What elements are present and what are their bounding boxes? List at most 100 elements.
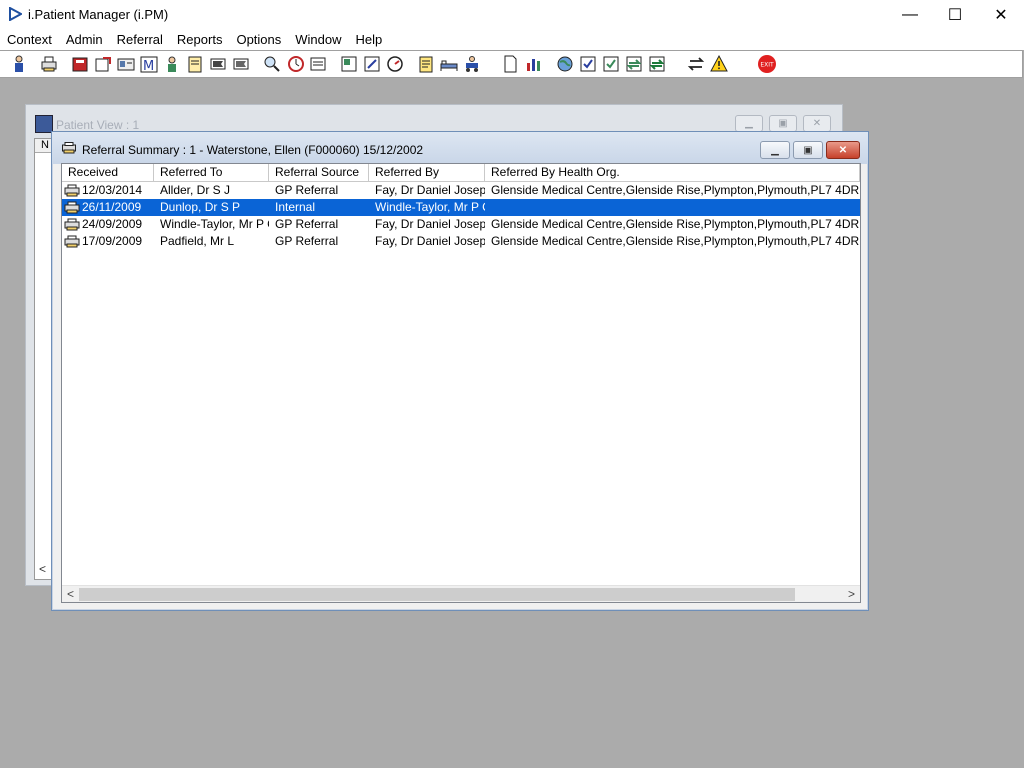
minimize-button[interactable]: — <box>887 0 933 29</box>
swap-icon <box>687 57 705 71</box>
menu-referral[interactable]: Referral <box>110 29 170 50</box>
notepad-button[interactable] <box>416 54 436 74</box>
notes-button[interactable] <box>185 54 205 74</box>
exit-label: EXIT <box>760 62 774 69</box>
restore-icon: ▣ <box>803 144 813 156</box>
menu-bar: Context Admin Referral Reports Options W… <box>0 29 1024 50</box>
column-header-referred-to[interactable]: Referred To <box>154 164 269 181</box>
m-button[interactable]: M <box>139 54 159 74</box>
approve-icon <box>603 56 619 72</box>
column-header-referral-source[interactable]: Referral Source <box>269 164 369 181</box>
cell-referred-to: Padfield, Mr L <box>160 234 235 248</box>
patient-view-title: Patient View : 1 <box>56 118 140 132</box>
search-icon <box>264 56 280 72</box>
menu-context[interactable]: Context <box>0 29 59 50</box>
document-button[interactable] <box>500 54 520 74</box>
table-row[interactable]: 24/09/2009 Windle-Taylor, Mr P C GP Refe… <box>62 216 860 233</box>
referral-summary-restore-button[interactable]: ▣ <box>793 141 823 159</box>
cell-referral-source: GP Referral <box>275 183 339 197</box>
horizontal-scrollbar[interactable]: < > <box>62 585 860 602</box>
cell-health-org <box>485 199 860 216</box>
minimize-icon: ▁ <box>745 118 753 129</box>
warning-button[interactable] <box>709 54 729 74</box>
cell-received: 12/03/2014 <box>82 183 143 197</box>
transport-button[interactable] <box>462 54 482 74</box>
close-button[interactable]: ✕ <box>978 0 1024 29</box>
bar-chart-button[interactable] <box>524 54 544 74</box>
referral-summary-title: Referral Summary : 1 - Waterstone, Ellen… <box>82 143 424 157</box>
doctor-button[interactable] <box>162 54 182 74</box>
patient-view-minimize-button[interactable]: ▁ <box>735 115 763 132</box>
maximize-icon: ☐ <box>947 6 963 24</box>
patient-view-restore-button[interactable]: ▣ <box>769 115 797 132</box>
menu-options[interactable]: Options <box>229 29 288 50</box>
clock-button[interactable] <box>286 54 306 74</box>
document-icon <box>504 55 517 73</box>
transfer-icon <box>626 56 642 72</box>
referral-summary-close-button[interactable]: ✕ <box>826 141 860 159</box>
column-header-received[interactable]: Received <box>62 164 154 181</box>
flag-button[interactable] <box>208 54 228 74</box>
globe-button[interactable] <box>555 54 575 74</box>
referral-summary-minimize-button[interactable]: ▁ <box>760 141 790 159</box>
menu-help[interactable]: Help <box>349 29 390 50</box>
transfer-button-2[interactable] <box>647 54 667 74</box>
list-button[interactable] <box>308 54 328 74</box>
approve-button[interactable] <box>601 54 621 74</box>
menu-admin[interactable]: Admin <box>59 29 110 50</box>
cell-health-org: Glenside Medical Centre,Glenside Rise,Pl… <box>491 234 860 248</box>
bed-button[interactable] <box>439 54 459 74</box>
table-row[interactable]: 12/03/2014 Allder, Dr S J GP Referral Fa… <box>62 182 860 199</box>
patient-view-close-button[interactable]: ✕ <box>803 115 831 132</box>
search-button[interactable] <box>262 54 282 74</box>
book-icon <box>72 57 88 72</box>
menu-window[interactable]: Window <box>288 29 348 50</box>
cell-referral-source: GP Referral <box>275 234 339 248</box>
notes-icon <box>188 56 202 73</box>
cell-referred-by: Windle-Taylor, Mr P C <box>375 200 485 214</box>
cell-received: 26/11/2009 <box>82 200 142 214</box>
referral-summary-titlebar[interactable]: Referral Summary : 1 - Waterstone, Ellen… <box>52 132 868 164</box>
transfer-button[interactable] <box>624 54 644 74</box>
close-icon: ✕ <box>994 6 1008 24</box>
referral-summary-window[interactable]: Referral Summary : 1 - Waterstone, Ellen… <box>51 131 869 611</box>
id-card-icon <box>117 58 135 71</box>
column-header-referred-by-health-org[interactable]: Referred By Health Org. <box>485 164 860 181</box>
column-header-referred-by[interactable]: Referred By <box>369 164 485 181</box>
cell-received: 17/09/2009 <box>82 234 143 248</box>
table-row[interactable]: 17/09/2009 Padfield, Mr L GP Referral Fa… <box>62 233 860 250</box>
svg-text:M: M <box>143 59 154 74</box>
id-card-button[interactable] <box>116 54 136 74</box>
view-button[interactable] <box>339 54 359 74</box>
timer-button[interactable] <box>385 54 405 74</box>
print-button[interactable] <box>39 54 59 74</box>
maximize-button[interactable]: ☐ <box>932 0 978 29</box>
print-icon <box>41 56 57 72</box>
flag-icon <box>210 58 226 70</box>
swap-button[interactable] <box>686 54 706 74</box>
cell-referred-by: Fay, Dr Daniel Joseph <box>375 217 485 231</box>
patient-icon <box>15 55 23 72</box>
table-row-selected[interactable]: 26/11/2009 Dunlop, Dr S P Internal Windl… <box>62 199 860 216</box>
menu-reports[interactable]: Reports <box>170 29 230 50</box>
check-list-button[interactable] <box>578 54 598 74</box>
warning-icon <box>710 54 728 72</box>
referral-list[interactable]: Received Referred To Referral Source Ref… <box>61 163 861 603</box>
referral-summary-window-icon <box>62 142 76 154</box>
patient-view-scroll-left-button[interactable]: < <box>39 562 46 576</box>
exit-button[interactable]: EXIT <box>757 54 777 74</box>
referral-button[interactable] <box>93 54 113 74</box>
patient-button[interactable] <box>9 54 29 74</box>
edit-button[interactable] <box>362 54 382 74</box>
scroll-thumb[interactable] <box>79 588 795 601</box>
scroll-right-button[interactable]: > <box>843 586 860 602</box>
bed-icon <box>440 60 458 71</box>
minimize-icon: — <box>902 5 918 23</box>
book-button[interactable] <box>70 54 90 74</box>
cell-referred-to: Dunlop, Dr S P <box>160 200 241 214</box>
scroll-left-button[interactable]: < <box>62 586 79 602</box>
exit-icon: EXIT <box>758 55 776 73</box>
referral-list-header: Received Referred To Referral Source Ref… <box>62 164 860 182</box>
flag-button-2[interactable] <box>231 54 251 74</box>
transport-icon <box>466 56 478 72</box>
